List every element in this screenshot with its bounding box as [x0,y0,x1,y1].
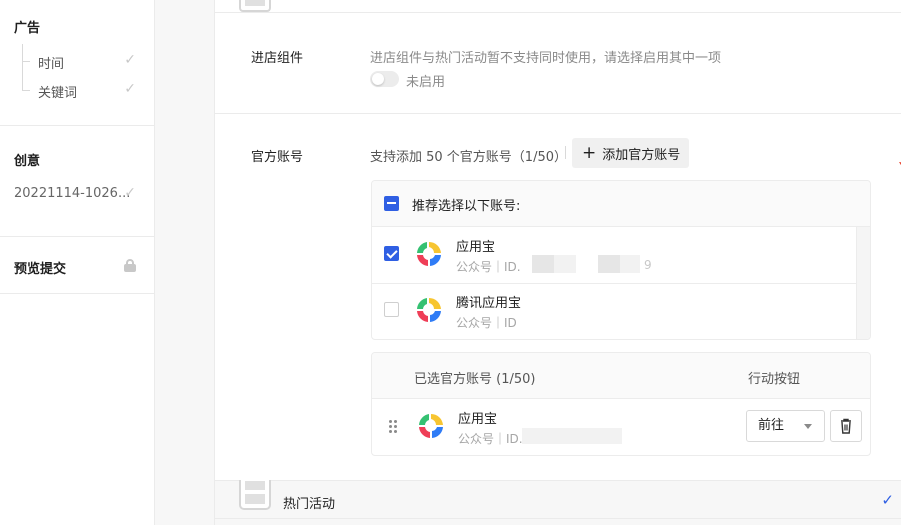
sidebar-item-preview-submit[interactable]: 预览提交 [14,258,66,277]
caret-down-icon [804,424,812,429]
scrollbar[interactable] [856,227,870,339]
content-gutter [155,0,214,525]
account-id-tail: 9 [644,258,652,272]
column-header-account: 已选官方账号 (1/50) [414,372,536,387]
account-checkbox[interactable] [384,246,399,261]
divider [215,12,901,13]
recommended-header: 推荐选择以下账号: [372,181,870,227]
store-component-toggle[interactable] [370,71,399,87]
annotation-arrow-icon [899,162,901,166]
hot-activity-label: 热门活动 [283,497,336,512]
tree-branch [22,61,30,62]
recommended-accounts-box: 推荐选择以下账号: 应用宝 公众号｜ID. 9 腾讯应用宝 公众号｜ID [371,180,871,340]
check-icon: ✓ [881,491,894,509]
left-sidebar: 广告 时间 ✓ 关键词 ✓ 创意 20221114-1026... ✓ 预览提交 [0,0,155,525]
add-official-account-button[interactable]: + 添加官方账号 [572,138,689,168]
app-logo-icon [417,297,441,322]
table-header: 已选官方账号 (1/50) 行动按钮 [372,353,870,399]
select-all-checkbox[interactable] [384,196,399,211]
account-name: 应用宝 [458,412,498,427]
add-official-account-label: 添加官方账号 [602,147,681,163]
redacted-id [598,255,620,273]
selected-accounts-table: 已选官方账号 (1/50) 行动按钮 应用宝 公众号｜ID. 前往 [371,352,871,456]
redacted-id [554,255,576,273]
tree-branch [22,90,30,91]
divider [565,146,566,159]
check-icon: ✓ [124,81,136,97]
check-icon: ✓ [124,52,136,68]
account-checkbox[interactable] [384,302,399,317]
account-name: 腾讯应用宝 [456,296,522,311]
plus-icon: + [582,142,597,163]
sidebar-item-time[interactable]: 时间 [38,53,64,72]
trash-icon [841,418,851,434]
action-button-select[interactable]: 前往 [746,410,825,442]
redacted-id [522,428,622,444]
check-icon: ✓ [124,185,136,201]
official-accounts-label: 官方账号 [251,150,304,165]
sidebar-group-creative-title: 创意 [14,154,41,169]
toggle-state-label: 未启用 [406,75,446,90]
sidebar-group-ad-title: 广告 [14,21,41,36]
divider [372,283,856,284]
store-component-hint: 进店组件与热门活动暂不支持同时使用，请选择启用其中一项 [370,51,722,66]
action-select-value: 前往 [758,418,785,433]
column-header-action: 行动按钮 [748,372,801,387]
redacted-id [620,255,640,273]
divider [0,293,154,294]
divider [0,125,154,126]
official-accounts-hint: 支持添加 50 个官方账号（1/50） [370,150,567,165]
drag-handle-icon[interactable] [389,420,397,434]
account-name: 应用宝 [456,240,496,255]
divider [215,113,901,114]
lock-icon [124,259,136,272]
store-component-label: 进店组件 [251,51,304,66]
divider [0,236,154,237]
recommended-header-label: 推荐选择以下账号: [412,199,521,214]
app-logo-icon [419,413,443,438]
sidebar-item-keywords[interactable]: 关键词 [38,82,77,101]
main-panel: 进店组件 进店组件与热门活动暂不支持同时使用，请选择启用其中一项 未启用 官方账… [214,0,901,525]
divider [215,518,901,519]
sidebar-item-creative[interactable]: 20221114-1026... [14,186,130,201]
account-meta: 公众号｜ID. [458,432,523,446]
redacted-id [532,255,554,273]
app-logo-icon [417,241,441,266]
delete-button[interactable] [830,410,862,442]
account-meta: 公众号｜ID. [456,260,521,274]
tree-line [22,44,23,90]
phone-preview-icon [239,480,271,510]
account-meta: 公众号｜ID [456,316,517,330]
phone-preview-icon [239,0,271,12]
